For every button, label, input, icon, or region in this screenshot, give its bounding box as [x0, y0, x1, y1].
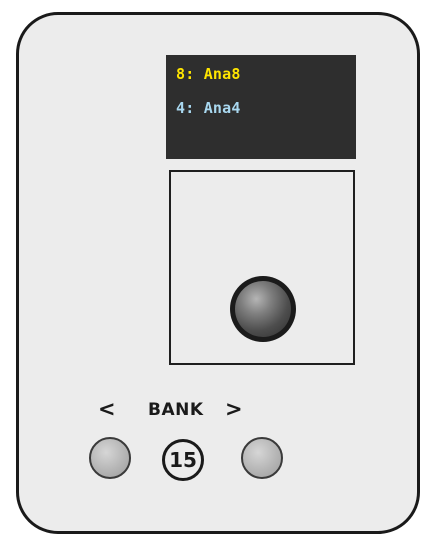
joystick-knob-cap[interactable]: [235, 281, 291, 337]
joystick-area[interactable]: [169, 170, 355, 365]
oled-display: 8: Ana8 4: Ana4: [166, 55, 356, 159]
bank-prev-button[interactable]: [89, 437, 131, 479]
display-line-1: 8: Ana8: [176, 65, 241, 83]
bank-prev-label: <: [98, 397, 116, 421]
bank-next-button[interactable]: [241, 437, 283, 479]
joystick-knob-icon[interactable]: [230, 276, 296, 342]
bank-number-badge: 15: [162, 439, 204, 481]
display-line-2: 4: Ana4: [176, 99, 241, 117]
bank-next-label: >: [225, 397, 243, 421]
bank-title: BANK: [148, 400, 204, 420]
